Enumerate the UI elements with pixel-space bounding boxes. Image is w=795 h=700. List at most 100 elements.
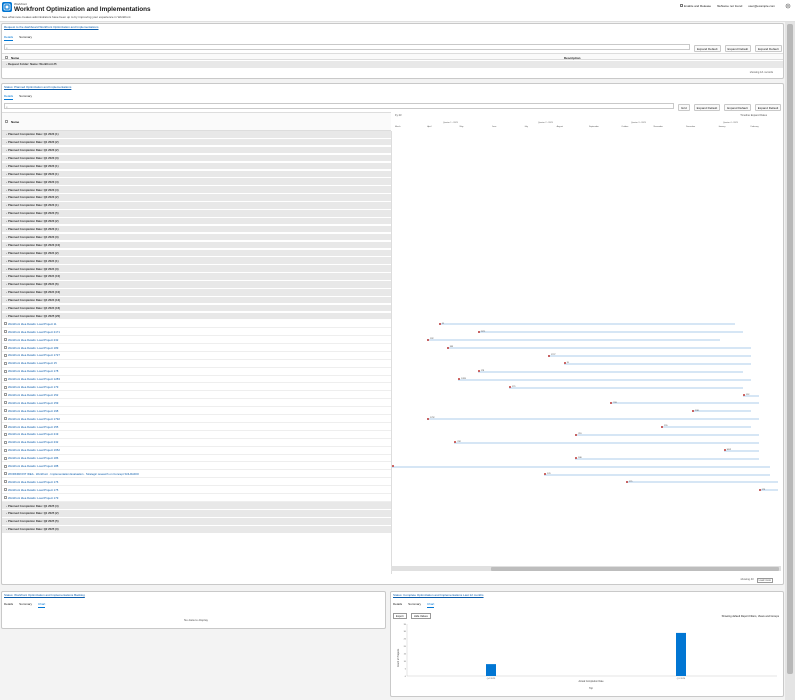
tab-chart[interactable]: Chart xyxy=(38,602,46,608)
table-row[interactable]: WORKFRONT IDEA · Workfront · Implementat… xyxy=(2,470,391,479)
table-row[interactable]: Workfront Idea Details: Load Project 179 xyxy=(2,383,391,392)
gantt-bar[interactable] xyxy=(477,331,743,334)
group-row[interactable]: › Planned Completion Date: Q1 2023 (2) xyxy=(2,146,391,155)
table-row[interactable]: Workfront Idea Details: Load Project 155 xyxy=(2,423,391,431)
table-row[interactable]: Workfront Idea Details: Load Project 189 xyxy=(2,344,391,352)
col-description[interactable]: Description xyxy=(564,56,581,60)
gantt-bar[interactable] xyxy=(544,473,771,476)
table-row[interactable]: Workfront Idea Details: Load Project 188 xyxy=(2,462,391,471)
group-row[interactable]: › Planned Completion Date: Q3 2023 (2) xyxy=(2,194,391,202)
backlog-panel-title[interactable]: Status: Workfront Optimization and Imple… xyxy=(4,593,85,597)
gantt-bar[interactable] xyxy=(454,441,759,444)
row-checkbox[interactable] xyxy=(4,440,7,444)
group-row[interactable]: › Planned Completion Date: Q1 2025 (20) xyxy=(2,312,391,321)
group-row[interactable]: › Planned Completion Date: Q2 2023 (1) xyxy=(2,162,391,171)
table-row[interactable]: Workfront Idea Details: Load Project 152 xyxy=(2,391,391,400)
gantt-bar[interactable] xyxy=(477,370,743,373)
table-row[interactable]: Workfront Idea Details: Load Project 232 xyxy=(2,336,391,344)
expand-default-button[interactable]: Expand Default xyxy=(724,45,752,52)
request-panel-title[interactable]: Request to the dashboard Workfront Optim… xyxy=(4,25,99,29)
expand-default-button[interactable]: Expand Default xyxy=(724,104,751,111)
hide-values-button[interactable]: Hide Values xyxy=(411,613,431,619)
row-checkbox[interactable] xyxy=(4,338,7,342)
row-checkbox[interactable] xyxy=(4,346,7,350)
group-row[interactable]: › Planned Completion Date: Q4 2023 (3) xyxy=(2,233,391,242)
horizontal-scrollbar[interactable] xyxy=(391,566,781,571)
gantt-bar[interactable] xyxy=(458,378,751,381)
grid-button[interactable]: Grid xyxy=(678,104,690,111)
chart-bar[interactable] xyxy=(676,632,686,676)
group-row[interactable]: › Planned Completion Date: Q4 2024 (16) xyxy=(2,304,391,313)
gantt-bar[interactable] xyxy=(509,386,743,389)
row-checkbox[interactable] xyxy=(4,432,7,436)
expand-default-button[interactable]: Expand Default xyxy=(755,45,782,52)
row-checkbox[interactable] xyxy=(4,488,7,492)
group-row[interactable]: › Planned Completion Date: Q3 2024 (10) xyxy=(2,289,391,297)
table-row[interactable]: Workfront Idea Details: Load Project 15 xyxy=(2,360,391,368)
group-row[interactable]: › Planned Completion Date: Q2 2023 (1) xyxy=(2,170,391,178)
table-row[interactable]: Workfront Idea Details: Load Project 128… xyxy=(2,375,391,384)
row-checkbox[interactable] xyxy=(4,393,7,397)
group-row[interactable]: › Planned Completion Date: Q2 2023 (4) xyxy=(2,178,391,186)
group-row[interactable]: › Planned Completion Date: Q1 2023 (1) xyxy=(2,131,391,139)
gantt-bar[interactable] xyxy=(548,355,751,357)
table-row[interactable]: Workfront Idea Details: Load Project 219 xyxy=(2,431,391,439)
table-row[interactable]: Workfront Idea Details: Load Project 175 xyxy=(2,486,391,494)
row-checkbox[interactable] xyxy=(4,361,7,365)
row-checkbox[interactable] xyxy=(4,472,7,476)
export-button[interactable]: Export xyxy=(393,613,407,619)
gantt-bar[interactable] xyxy=(563,362,751,365)
group-row[interactable]: › Planned Completion Date: Q3 2023 (1) xyxy=(2,202,391,210)
gantt-bar[interactable] xyxy=(610,402,759,405)
tab-details[interactable]: Details xyxy=(4,94,14,100)
group-row[interactable]: › Planned Completion Date: Q1 2024 (2) xyxy=(2,249,391,257)
table-row[interactable]: Workfront Idea Details: Load Project 178 xyxy=(2,368,391,376)
group-row[interactable]: › Planned Completion Date: Q3 2023 (2) xyxy=(2,217,391,226)
tab-summary[interactable]: Summary xyxy=(408,602,421,608)
row-checkbox[interactable] xyxy=(4,417,7,421)
gantt-bar[interactable] xyxy=(427,418,759,421)
group-row[interactable]: › Planned Completion Date: Q2 2023 (4) xyxy=(2,186,391,194)
tab-details[interactable]: Details xyxy=(4,602,13,608)
tab-details[interactable]: Details xyxy=(393,602,402,608)
select-all-checkbox[interactable] xyxy=(5,56,8,59)
gantt-bar[interactable] xyxy=(427,339,720,342)
row-checkbox[interactable] xyxy=(4,425,7,429)
table-row[interactable]: Workfront Idea Details: Load Project 159 xyxy=(2,399,391,408)
group-row[interactable]: › Planned Completion Date: Q1 2025 (4) xyxy=(2,502,391,510)
table-row[interactable]: › Request Folder: Name: Workfront #5 xyxy=(2,61,783,69)
tab-summary[interactable]: Summary xyxy=(19,35,32,41)
group-row[interactable]: › Planned Completion Date: Q4 2023 (10) xyxy=(2,241,391,250)
chart-bar[interactable] xyxy=(486,664,496,676)
col-name[interactable]: Name xyxy=(11,56,19,60)
gantt-bar[interactable] xyxy=(446,347,751,350)
tab-details[interactable]: Details xyxy=(4,35,14,41)
expand-default-button[interactable]: Expand Default xyxy=(693,104,721,111)
search-input[interactable]: ⌕ xyxy=(4,44,690,50)
gantt-bar[interactable] xyxy=(438,323,736,326)
table-row[interactable]: Workfront Idea Details: Load Project 176 xyxy=(2,478,391,487)
gantt-bar[interactable] xyxy=(575,457,759,460)
load-more-button[interactable]: Load more xyxy=(756,578,773,583)
row-checkbox[interactable] xyxy=(4,456,7,460)
page-scrollbar[interactable] xyxy=(785,22,795,700)
tab-summary[interactable]: Summary xyxy=(19,94,32,100)
table-row[interactable]: Workfront Idea Details: Load Project 179… xyxy=(2,415,391,423)
row-checkbox[interactable] xyxy=(4,330,7,334)
search-input[interactable]: ⌕ xyxy=(4,103,674,109)
row-checkbox[interactable] xyxy=(4,369,7,373)
row-checkbox[interactable] xyxy=(4,385,7,389)
table-row[interactable]: Workfront Idea Details: Load Project 11 xyxy=(2,320,391,329)
table-row[interactable]: Workfront Idea Details: Load Project 232 xyxy=(2,439,391,447)
group-row[interactable]: › Planned Completion Date: Q4 2023 (1) xyxy=(2,225,391,234)
scrollbar-thumb[interactable] xyxy=(787,24,793,674)
group-row[interactable]: › Planned Completion Date: Q1 2023 (3) xyxy=(2,154,391,163)
row-checkbox[interactable] xyxy=(4,480,7,484)
expand-default-button[interactable]: Expand Default xyxy=(694,45,721,52)
group-row[interactable]: › Planned Completion Date: Q2 2024 (10) xyxy=(2,273,391,281)
table-row[interactable]: Workfront Idea Details: Load Project 172… xyxy=(2,352,391,360)
row-checkbox[interactable] xyxy=(4,496,7,500)
group-row[interactable]: › Planned Completion Date: Q4 2024 (12) xyxy=(2,296,391,305)
planned-panel-title[interactable]: Status: Planned Optimization and Impleme… xyxy=(4,85,71,89)
row-checkbox[interactable] xyxy=(4,322,7,326)
